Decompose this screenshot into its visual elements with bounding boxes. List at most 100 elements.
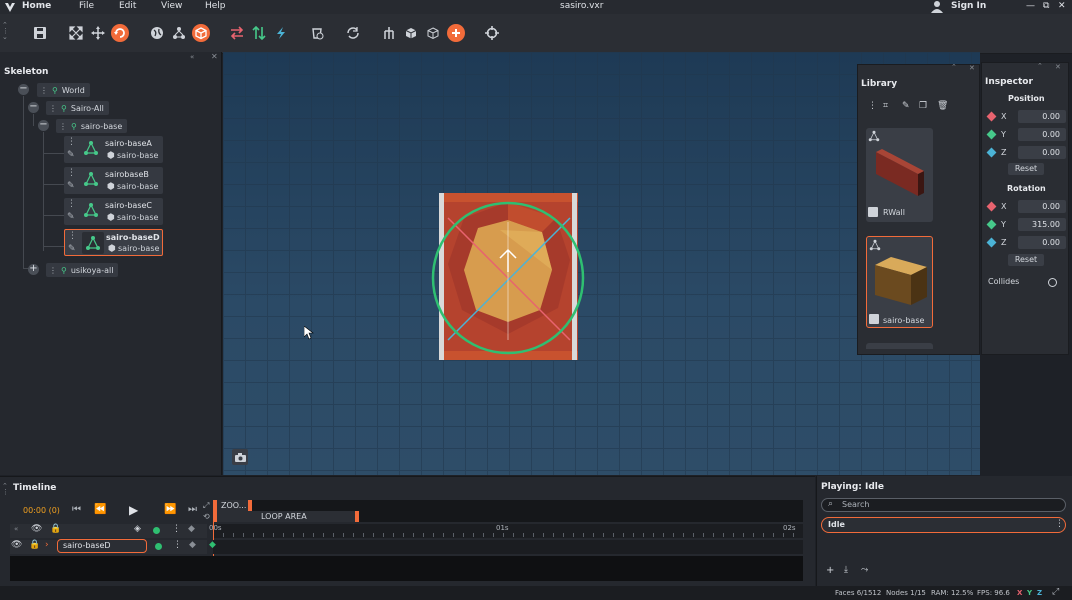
tree-node-world[interactable]: ⋮ ⚲ World bbox=[37, 83, 90, 97]
node-menu-icon[interactable]: ⋮ bbox=[67, 137, 76, 147]
rotation-reset-button[interactable]: Reset bbox=[1008, 254, 1044, 266]
panel-close-icon[interactable]: ✕ bbox=[211, 52, 218, 61]
node-menu-icon[interactable]: ⋮ bbox=[67, 168, 76, 178]
skip-end-icon[interactable]: ⏭ bbox=[188, 504, 197, 515]
tree-node-sairo-baseC[interactable]: ⋮ ✎ sairo-baseC ⬢ sairo-base bbox=[64, 198, 163, 225]
node-menu-icon[interactable]: ⋮ bbox=[49, 104, 57, 113]
library-item-rwall[interactable]: RWall bbox=[866, 128, 933, 222]
toolbar-grip-icon[interactable]: ⌃ ⋮ ⌄ bbox=[2, 22, 9, 46]
rotation-y-field[interactable]: 315.00 bbox=[1018, 218, 1066, 231]
panel-close-icon[interactable]: ✕ bbox=[969, 64, 975, 72]
rotation-z-field[interactable]: 0.00 bbox=[1018, 236, 1066, 249]
expand-status-icon[interactable]: ⤢ bbox=[1052, 587, 1059, 597]
record-status-icon[interactable] bbox=[153, 527, 160, 534]
swap-icon[interactable] bbox=[228, 24, 246, 42]
node-menu-icon[interactable]: ⋮ bbox=[67, 199, 76, 209]
tree-node-sairo-base[interactable]: ⋮ ⚲ sairo-base bbox=[56, 119, 128, 133]
menu-file[interactable]: File bbox=[79, 1, 94, 11]
node-menu-icon[interactable]: ⋮ bbox=[59, 122, 67, 131]
target-icon[interactable] bbox=[483, 24, 501, 42]
track-row[interactable]: 👁 🔒 › sairo-baseD ⋮ ◆ bbox=[10, 539, 207, 554]
collapse-tracks-icon[interactable]: « bbox=[14, 525, 18, 533]
animation-menu-icon[interactable]: ⋮ bbox=[1055, 519, 1064, 529]
visibility-icon[interactable]: 👁 bbox=[11, 540, 22, 550]
expand-icon[interactable]: ⤢ bbox=[203, 501, 209, 511]
cube-orange-icon[interactable] bbox=[192, 24, 210, 42]
panel-collapse-icon[interactable]: « bbox=[190, 53, 194, 61]
animation-search[interactable]: ⌕ Search bbox=[821, 498, 1066, 512]
tree-icon[interactable] bbox=[380, 24, 398, 42]
move-icon[interactable] bbox=[89, 24, 107, 42]
track-name[interactable]: sairo-baseD bbox=[57, 539, 147, 553]
panel-collapse-icon[interactable]: ⌃ bbox=[951, 63, 957, 71]
rotation-x-field[interactable]: 0.00 bbox=[1018, 200, 1066, 213]
home-menu[interactable]: Home bbox=[22, 1, 51, 11]
minimize-icon[interactable]: — bbox=[1026, 1, 1035, 11]
timeline-ruler[interactable]: 00s 01s 02s bbox=[209, 524, 803, 538]
panel-collapse-icon[interactable]: ⌃ bbox=[1037, 62, 1043, 70]
keyframes-icon[interactable]: ◈ bbox=[134, 524, 141, 534]
user-icon[interactable] bbox=[931, 0, 943, 13]
wire-cube-icon[interactable] bbox=[424, 24, 442, 42]
save-icon[interactable] bbox=[31, 24, 49, 42]
position-y-field[interactable]: 0.00 bbox=[1018, 128, 1066, 141]
step-forward-icon[interactable]: ⏩ bbox=[164, 504, 176, 515]
flash-icon[interactable] bbox=[272, 24, 290, 42]
bucket-icon[interactable] bbox=[308, 24, 326, 42]
node-menu-icon[interactable]: ⋮ bbox=[68, 231, 77, 241]
loop-area-bar[interactable]: LOOP AREA bbox=[213, 511, 803, 522]
sort-icon[interactable] bbox=[250, 24, 268, 42]
collapse-sairo-base-icon[interactable]: − bbox=[38, 120, 49, 131]
search-input[interactable]: Search bbox=[842, 500, 869, 509]
track-empty-area[interactable] bbox=[10, 556, 803, 581]
crop-icon[interactable]: ⌗ bbox=[883, 101, 888, 111]
tree-node-sairo-all[interactable]: ⋮ ⚲ Sairo-All bbox=[46, 101, 109, 115]
track-menu-icon[interactable]: ⋮ bbox=[172, 524, 181, 534]
expand-track-icon[interactable]: › bbox=[45, 540, 49, 550]
library-item-partial[interactable] bbox=[866, 343, 933, 349]
delete-icon[interactable]: 🗑 bbox=[937, 101, 948, 111]
position-reset-button[interactable]: Reset bbox=[1008, 163, 1044, 175]
copy-icon[interactable]: ❐ bbox=[919, 101, 927, 111]
maximize-icon[interactable]: ⧉ bbox=[1043, 1, 1049, 11]
export-icon[interactable]: ⤳ bbox=[861, 565, 868, 575]
cube-icon[interactable] bbox=[402, 24, 420, 42]
tree-node-usikoya-all[interactable]: ⋮ ⚲ usikoya-all bbox=[46, 263, 119, 277]
menu-view[interactable]: View bbox=[161, 1, 182, 11]
collapse-sairo-all-icon[interactable]: − bbox=[28, 102, 39, 113]
import-icon[interactable]: ⤓ bbox=[844, 565, 848, 575]
track-lane[interactable]: ◆ bbox=[209, 540, 803, 554]
globe-icon[interactable] bbox=[148, 24, 166, 42]
keyframe-icon[interactable]: ◆ bbox=[188, 524, 195, 534]
edit-icon[interactable]: ✎ bbox=[67, 212, 75, 222]
library-menu-icon[interactable]: ⋮ bbox=[868, 101, 877, 111]
panel-close-icon[interactable]: ✕ bbox=[1055, 63, 1061, 71]
skip-start-icon[interactable]: ⏮ bbox=[72, 504, 81, 515]
menu-help[interactable]: Help bbox=[205, 1, 226, 11]
fit-view-icon[interactable] bbox=[67, 24, 85, 42]
position-z-field[interactable]: 0.00 bbox=[1018, 146, 1066, 159]
camera-icon[interactable] bbox=[232, 449, 248, 465]
app-logo-icon[interactable] bbox=[4, 1, 16, 13]
play-icon[interactable]: ▶ bbox=[129, 503, 138, 517]
collides-toggle[interactable] bbox=[1048, 278, 1057, 287]
tree-node-sairobaseB[interactable]: ⋮ ✎ sairobaseB ⬢ sairo-base bbox=[64, 167, 163, 194]
selected-model[interactable] bbox=[430, 190, 588, 362]
node-menu-icon[interactable]: ⋮ bbox=[40, 86, 48, 95]
panel-grip-icon[interactable]: ⌃ ⋮ bbox=[2, 483, 9, 496]
zoom-bar[interactable]: ZOO... bbox=[213, 500, 803, 511]
refresh-icon[interactable] bbox=[111, 24, 129, 42]
record-status-icon[interactable] bbox=[155, 543, 162, 550]
loop-icon[interactable] bbox=[344, 24, 362, 42]
expand-usikoya-icon[interactable]: + bbox=[28, 264, 39, 275]
visibility-icon[interactable]: 👁 bbox=[31, 524, 42, 534]
collapse-world-icon[interactable]: − bbox=[18, 84, 29, 95]
edit-icon[interactable]: ✎ bbox=[67, 150, 75, 160]
animation-item-idle[interactable]: Idle ⋮ bbox=[821, 517, 1066, 533]
tree-node-sairo-baseA[interactable]: ⋮ ✎ sairo-baseA ⬢ sairo-base bbox=[64, 136, 163, 163]
add-animation-icon[interactable]: + bbox=[826, 565, 834, 576]
step-back-icon[interactable]: ⏪ bbox=[94, 504, 106, 515]
library-item-sairo-base[interactable]: sairo-base bbox=[866, 236, 933, 328]
close-icon[interactable]: ✕ bbox=[1058, 1, 1066, 11]
edit-icon[interactable]: ✎ bbox=[902, 101, 910, 111]
